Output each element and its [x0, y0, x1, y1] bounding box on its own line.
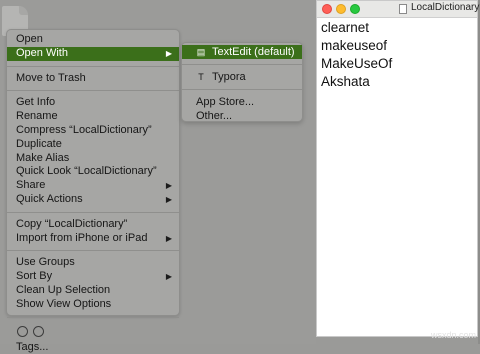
watermark-text: wsxdn.com — [430, 330, 476, 340]
menu-item-label: Copy “LocalDictionary” — [16, 217, 128, 230]
menu-separator — [182, 89, 302, 90]
menu-separator — [7, 211, 179, 213]
submenu-item-typora[interactable]: T Typora — [182, 70, 302, 84]
menu-separator — [7, 316, 179, 318]
menu-item-label: Quick Actions — [16, 192, 83, 205]
menu-item-label: Clean Up Selection — [16, 283, 111, 296]
menu-item-use-groups[interactable]: Use Groups — [7, 256, 179, 270]
zoom-window-button[interactable] — [350, 4, 360, 14]
menu-item-label: Get Info — [16, 96, 56, 109]
menu-item-copy[interactable]: Copy “LocalDictionary” — [7, 218, 179, 232]
submenu-item-label: App Store... — [196, 96, 255, 108]
menu-item-sort-by[interactable]: Sort By ▶ — [7, 270, 179, 284]
menu-item-label: Duplicate — [16, 137, 62, 150]
textedit-window: LocalDictionary clearnet makeuseof MakeU… — [316, 0, 480, 337]
tag-circle-icon[interactable] — [17, 326, 28, 338]
window-title: LocalDictionary — [411, 2, 480, 13]
submenu-arrow-icon: ▶ — [165, 233, 172, 243]
tag-circle-icon[interactable] — [33, 326, 44, 338]
document-line: clearnet — [321, 20, 370, 35]
submenu-arrow-icon: ▶ — [165, 272, 172, 282]
menu-item-get-info[interactable]: Get Info — [7, 96, 179, 110]
menu-separator — [182, 64, 302, 65]
menu-item-quick-actions[interactable]: Quick Actions ▶ — [7, 193, 179, 207]
menu-item-import-from-iphone[interactable]: Import from iPhone or iPad ▶ — [7, 232, 179, 246]
menu-item-tags[interactable]: Tags... — [7, 341, 179, 354]
menu-separator — [7, 65, 179, 67]
submenu-arrow-icon: ▶ — [165, 181, 172, 191]
menu-item-label: Make Alias — [16, 151, 70, 164]
menu-item-duplicate[interactable]: Duplicate — [7, 138, 179, 152]
document-line: makeuseof — [321, 38, 388, 53]
menu-item-show-view-options[interactable]: Show View Options — [7, 298, 179, 312]
textedit-icon: ▤ — [196, 47, 206, 57]
menu-item-label: Compress “LocalDictionary” — [16, 123, 152, 136]
window-title-bar: LocalDictionary — [317, 1, 480, 18]
menu-item-label: Tags... — [16, 340, 49, 353]
menu-item-label: Share — [16, 179, 46, 192]
typora-icon: T — [198, 72, 204, 82]
menu-item-compress[interactable]: Compress “LocalDictionary” — [7, 124, 179, 138]
submenu-item-label: TextEdit (default) — [212, 46, 295, 58]
submenu-item-app-store[interactable]: App Store... — [182, 95, 302, 109]
submenu-item-label: Other... — [196, 110, 233, 122]
menu-item-make-alias[interactable]: Make Alias — [7, 152, 179, 166]
submenu-item-label: Typora — [212, 71, 246, 83]
menu-item-label: Sort By — [16, 270, 53, 283]
submenu-item-textedit[interactable]: ▤ TextEdit (default) — [182, 45, 302, 59]
menu-item-label: Use Groups — [16, 256, 75, 269]
document-icon — [399, 4, 407, 14]
menu-item-label: Show View Options — [16, 297, 112, 310]
submenu-arrow-icon: ▶ — [165, 194, 172, 204]
document-text-area[interactable]: clearnet makeuseof MakeUseOf Akshata — [321, 19, 477, 91]
menu-item-share[interactable]: Share ▶ — [7, 179, 179, 193]
menu-separator — [7, 90, 179, 92]
menu-item-rename[interactable]: Rename — [7, 110, 179, 124]
menu-item-open[interactable]: Open — [7, 33, 179, 47]
menu-item-quick-look[interactable]: Quick Look “LocalDictionary” — [7, 165, 179, 179]
menu-separator — [7, 250, 179, 252]
open-with-submenu: ▤ TextEdit (default) T Typora App Store...… — [181, 42, 303, 122]
menu-item-label: Move to Trash — [16, 71, 86, 84]
menu-item-label: Open — [16, 33, 43, 45]
submenu-item-other[interactable]: Other... — [182, 109, 302, 123]
menu-item-label: Import from iPhone or iPad — [16, 231, 148, 244]
menu-item-clean-up-selection[interactable]: Clean Up Selection — [7, 284, 179, 298]
minimize-window-button[interactable] — [336, 4, 346, 14]
menu-item-label: Quick Look “LocalDictionary” — [16, 165, 157, 178]
close-window-button[interactable] — [322, 4, 332, 14]
menu-item-open-with[interactable]: Open With ▶ — [7, 46, 179, 61]
submenu-arrow-icon: ▶ — [165, 48, 172, 58]
document-line: MakeUseOf — [321, 56, 393, 71]
menu-item-label: Rename — [16, 110, 58, 123]
menu-item-label: Open With — [16, 46, 68, 59]
tag-colors — [7, 323, 179, 341]
document-line: Akshata — [321, 74, 370, 89]
context-menu: Open Open With ▶ Move to Trash Get Info … — [6, 29, 180, 353]
menu-item-move-to-trash[interactable]: Move to Trash — [7, 72, 179, 86]
